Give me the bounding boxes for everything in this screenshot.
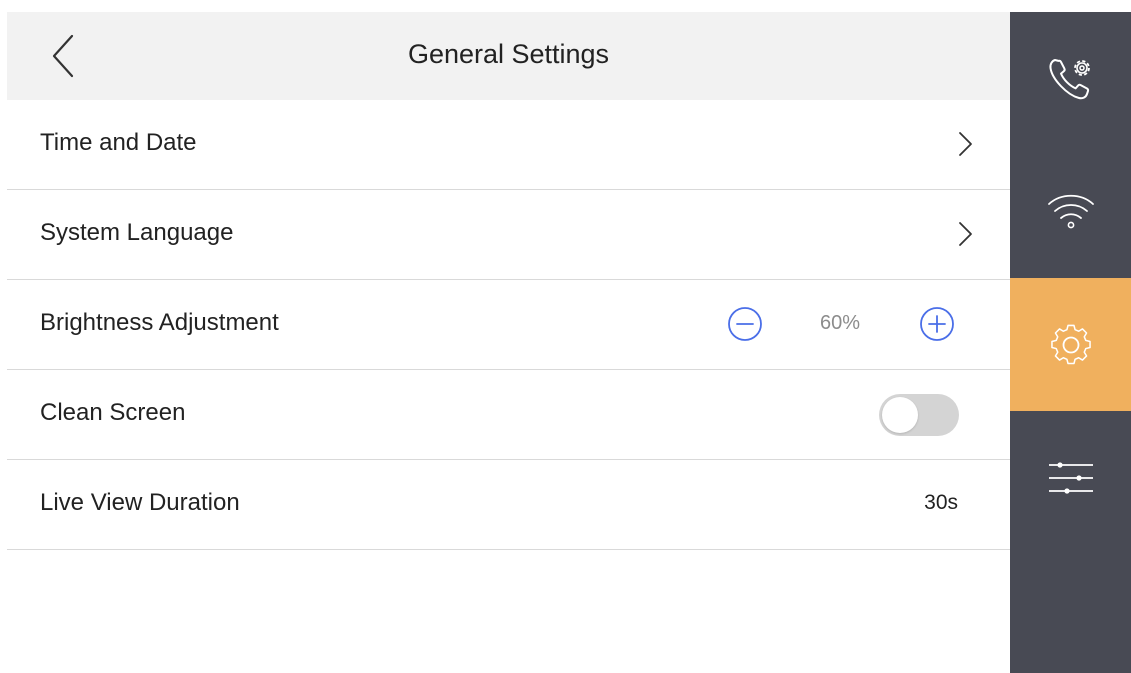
time-and-date-label: Time and Date (40, 129, 197, 156)
brightness-decrease-button[interactable] (727, 306, 763, 342)
gear-icon (1050, 324, 1091, 364)
sidebar-item-call-settings[interactable] (1010, 12, 1131, 145)
brightness-value: 60% (819, 312, 861, 334)
settings-list: Time and Date System Language Brightness… (7, 100, 1010, 550)
header-bar: General Settings (7, 12, 1010, 100)
chevron-right-icon (959, 222, 972, 246)
clean-screen-toggle[interactable] (879, 394, 959, 436)
brightness-label: Brightness Adjustment (40, 309, 279, 336)
chevron-left-icon (52, 34, 74, 78)
back-button[interactable] (37, 30, 89, 82)
minus-circle-icon (728, 307, 762, 341)
sidebar-nav (1010, 12, 1131, 673)
phone-settings-icon (1048, 58, 1090, 99)
sidebar-item-general-settings[interactable] (1010, 278, 1131, 411)
setting-row-live-view-duration[interactable]: Live View Duration 30s (7, 460, 1010, 550)
wifi-icon (1047, 194, 1094, 228)
setting-row-time-and-date[interactable]: Time and Date (7, 100, 1010, 190)
system-language-label: System Language (40, 219, 234, 246)
setting-row-brightness: Brightness Adjustment 60% (7, 280, 1010, 370)
sidebar-item-advanced-settings[interactable] (1010, 411, 1131, 544)
setting-row-clean-screen: Clean Screen (7, 370, 1010, 460)
brightness-increase-button[interactable] (919, 306, 955, 342)
clean-screen-label: Clean Screen (40, 399, 186, 426)
plus-circle-icon (920, 307, 954, 341)
live-view-duration-value: 30s (924, 491, 958, 514)
sliders-icon (1048, 461, 1093, 494)
toggle-knob (882, 397, 918, 433)
chevron-right-icon (959, 132, 972, 156)
setting-row-system-language[interactable]: System Language (7, 190, 1010, 280)
settings-panel: General Settings Time and Date System La… (7, 12, 1010, 673)
sidebar-item-network[interactable] (1010, 145, 1131, 278)
page-title: General Settings (407, 39, 610, 69)
live-view-duration-label: Live View Duration (40, 489, 240, 516)
